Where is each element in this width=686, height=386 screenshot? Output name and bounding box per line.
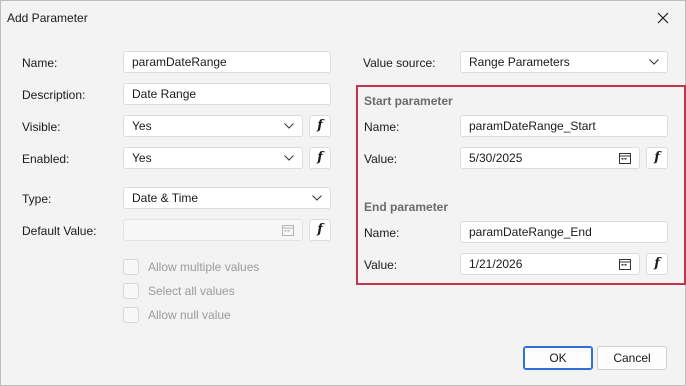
enabled-dropdown[interactable]: Yes xyxy=(123,147,303,169)
value-source-value: Range Parameters xyxy=(469,55,570,69)
checkbox-label: Allow null value xyxy=(148,308,231,322)
chevron-down-icon xyxy=(312,195,322,201)
start-date-picker[interactable]: 5/30/2025 xyxy=(460,147,640,169)
start-name-input[interactable]: paramDateRange_Start xyxy=(460,115,668,137)
type-dropdown[interactable]: Date & Time xyxy=(123,187,331,209)
default-value-input[interactable] xyxy=(123,219,303,241)
end-date-value: 1/21/2026 xyxy=(469,257,523,271)
start-parameter-title: Start parameter xyxy=(364,94,453,108)
checkbox-box[interactable] xyxy=(123,283,139,299)
close-button[interactable] xyxy=(651,6,675,30)
type-value: Date & Time xyxy=(132,191,199,205)
chevron-down-icon xyxy=(649,59,659,65)
chevron-down-icon xyxy=(284,155,294,161)
end-value-label: Value: xyxy=(364,258,398,272)
default-value-label: Default Value: xyxy=(22,224,97,238)
start-name-label: Name: xyxy=(364,120,400,134)
checkbox-label: Allow multiple values xyxy=(148,260,260,274)
enabled-value: Yes xyxy=(132,151,152,165)
calendar-icon[interactable] xyxy=(619,258,631,270)
name-value: paramDateRange xyxy=(132,55,227,69)
checkbox-label: Select all values xyxy=(148,284,235,298)
calendar-icon xyxy=(282,225,294,236)
default-value-expression-button[interactable]: f xyxy=(309,219,331,241)
end-date-picker[interactable]: 1/21/2026 xyxy=(460,253,640,275)
visible-value: Yes xyxy=(132,119,152,133)
description-label: Description: xyxy=(22,88,86,102)
start-name-value: paramDateRange_Start xyxy=(469,119,596,133)
chevron-down-icon xyxy=(284,123,294,129)
visible-dropdown[interactable]: Yes xyxy=(123,115,303,137)
end-parameter-title: End parameter xyxy=(364,200,449,214)
value-source-label: Value source: xyxy=(363,56,436,70)
checkbox-box[interactable] xyxy=(123,307,139,323)
calendar-icon[interactable] xyxy=(619,152,631,164)
name-label: Name: xyxy=(22,56,58,70)
description-value: Date Range xyxy=(132,87,197,101)
start-value-expression-button[interactable]: f xyxy=(646,147,668,169)
end-name-value: paramDateRange_End xyxy=(469,225,592,239)
checkbox-box[interactable] xyxy=(123,259,139,275)
ok-button[interactable]: OK xyxy=(523,346,593,370)
start-value-label: Value: xyxy=(364,152,398,166)
visible-expression-button[interactable]: f xyxy=(309,115,331,137)
add-parameter-dialog: Add Parameter Name: paramDateRange Descr… xyxy=(0,0,686,386)
dialog-title: Add Parameter xyxy=(7,11,88,25)
enabled-expression-button[interactable]: f xyxy=(309,147,331,169)
end-name-input[interactable]: paramDateRange_End xyxy=(460,221,668,243)
name-input[interactable]: paramDateRange xyxy=(123,51,331,73)
value-source-dropdown[interactable]: Range Parameters xyxy=(460,51,668,73)
end-value-expression-button[interactable]: f xyxy=(646,253,668,275)
description-input[interactable]: Date Range xyxy=(123,83,331,105)
cancel-button[interactable]: Cancel xyxy=(597,346,667,370)
end-name-label: Name: xyxy=(364,226,400,240)
type-label: Type: xyxy=(22,192,52,206)
start-date-value: 5/30/2025 xyxy=(469,151,523,165)
enabled-label: Enabled: xyxy=(22,152,70,166)
visible-label: Visible: xyxy=(22,120,61,134)
close-icon xyxy=(657,12,669,24)
title-bar: Add Parameter xyxy=(1,1,685,35)
